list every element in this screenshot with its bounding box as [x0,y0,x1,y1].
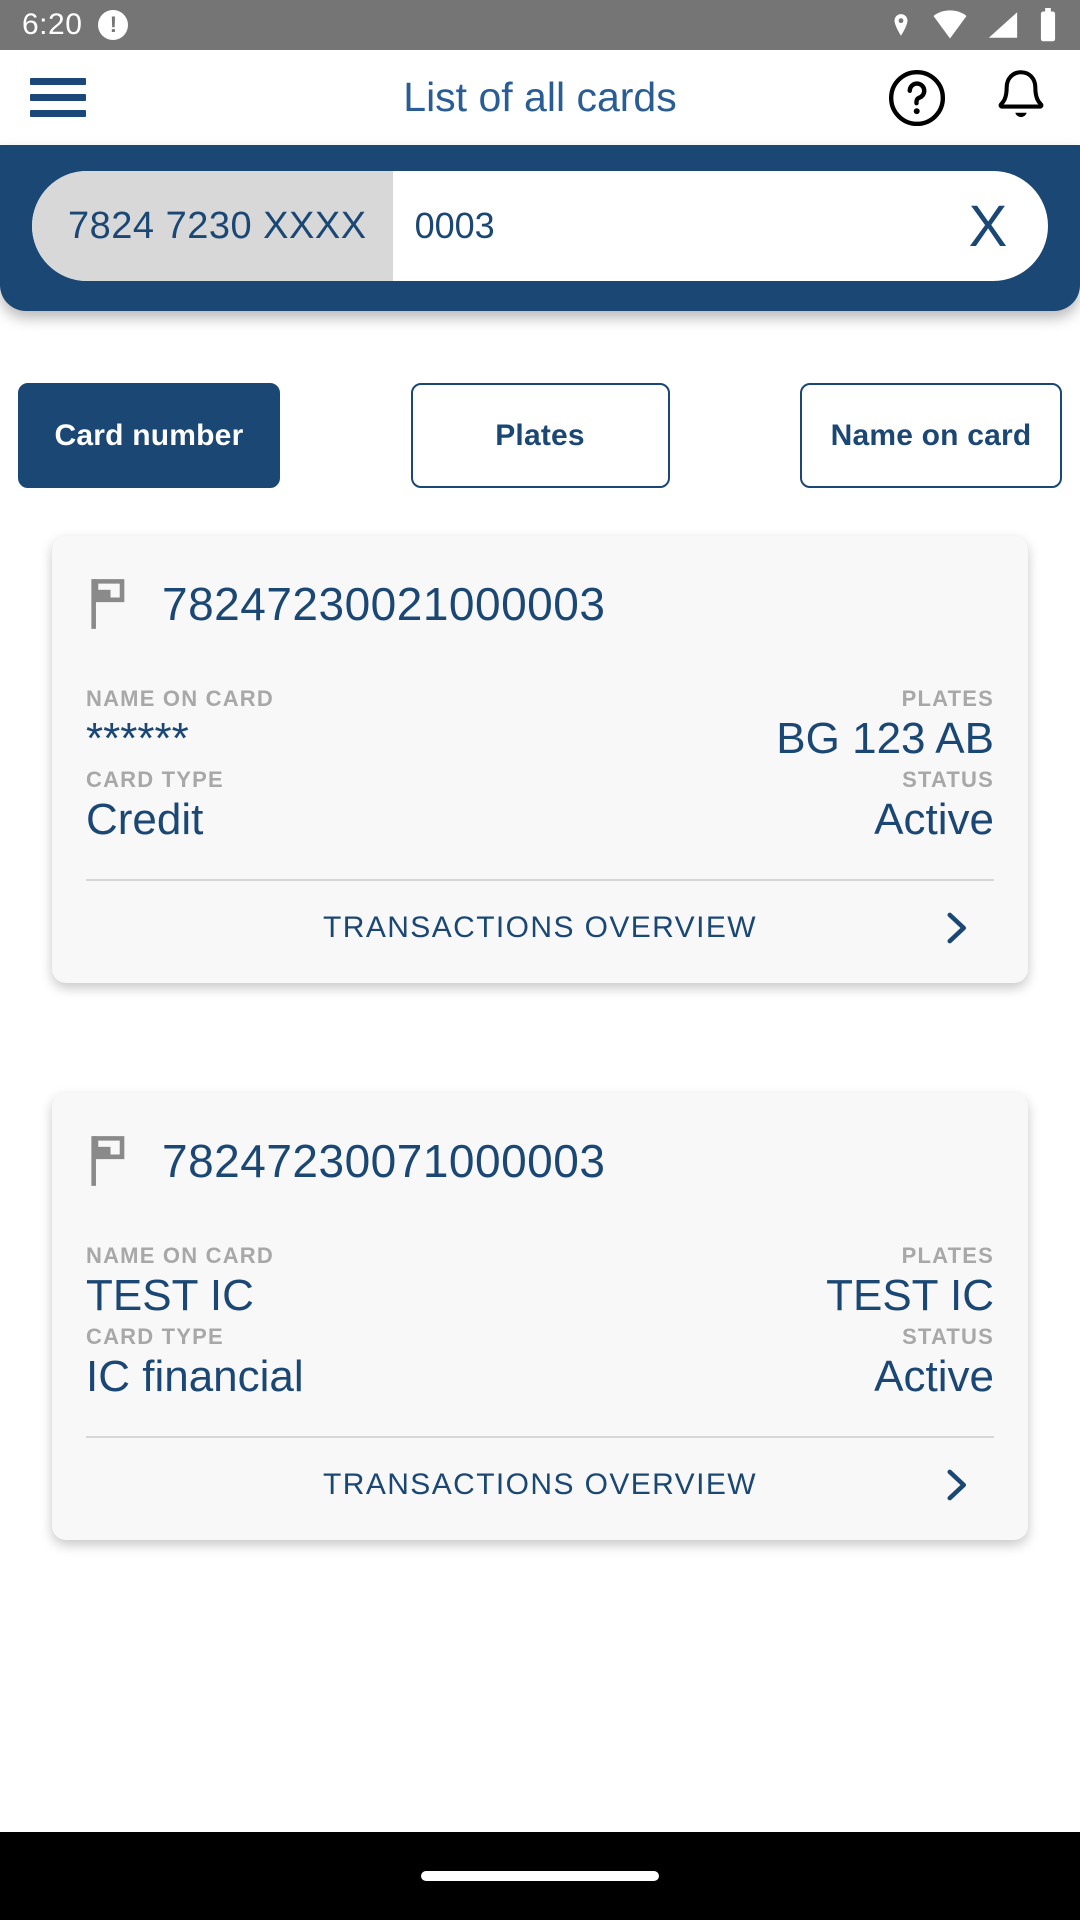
label-status: STATUS [902,1323,994,1349]
hamburger-line [30,78,86,85]
hamburger-line [30,94,86,101]
value-plates: TEST IC [826,1271,994,1321]
cards-scroll-area[interactable]: 78247230021000003 NAME ON CARD PLATES **… [0,488,1080,1640]
battery-icon [1040,8,1056,42]
value-name-on-card: ****** [86,714,189,763]
card-details: NAME ON CARD PLATES ****** BG 123 AB CAR… [86,640,994,845]
detail-labels-row: CARD TYPE STATUS [86,1324,994,1350]
chevron-right-icon [947,912,967,944]
exclamation-circle-icon: ! [98,10,129,40]
transactions-overview-label: TRANSACTIONS OVERVIEW [323,1468,757,1502]
transactions-overview-button[interactable]: TRANSACTIONS OVERVIEW [86,1438,994,1514]
flag-icon [91,1136,125,1187]
card-item[interactable]: 78247230021000003 NAME ON CARD PLATES **… [52,536,1028,984]
transactions-overview-button[interactable]: TRANSACTIONS OVERVIEW [86,881,994,957]
value-status: Active [874,1351,994,1401]
location-pin-icon [894,14,908,36]
cell-signal-icon [988,12,1018,38]
value-card-type: Credit [86,794,204,844]
wifi-icon [933,10,967,39]
value-plates: BG 123 AB [776,714,994,763]
label-plates: PLATES [901,1243,994,1269]
chevron-right-icon [947,1469,967,1501]
tab-card-number[interactable]: Card number [18,383,280,488]
status-time: 6:20 [22,8,83,41]
search-bar: 7824 7230 XXXX X [32,171,1048,281]
search-header: 7824 7230 XXXX X [0,145,1080,311]
flag-icon [91,579,125,629]
tab-plates[interactable]: Plates [410,383,670,488]
app-bar: List of all cards [0,50,1080,145]
detail-labels-row: NAME ON CARD PLATES [86,686,994,712]
card-prefix-chip: 7824 7230 XXXX [32,171,393,281]
label-status: STATUS [902,766,994,792]
help-circle-icon[interactable] [886,67,948,129]
label-name-on-card: NAME ON CARD [86,1243,274,1269]
app-bar-actions [886,67,1050,129]
detail-values-row: ****** BG 123 AB [86,714,994,765]
search-input[interactable] [392,171,928,281]
system-navigation-bar [0,1832,1080,1920]
value-status: Active [874,794,994,844]
label-plates: PLATES [901,686,994,711]
bell-icon[interactable] [992,67,1050,129]
card-header: 78247230071000003 [86,1133,994,1197]
hamburger-menu-icon[interactable] [30,78,86,117]
card-header: 78247230021000003 [86,576,994,640]
tab-name-on-card[interactable]: Name on card [800,383,1062,488]
value-name-on-card: TEST IC [86,1271,254,1321]
card-number: 78247230021000003 [162,578,606,630]
detail-values-row: Credit Active [86,795,994,846]
transactions-overview-label: TRANSACTIONS OVERVIEW [323,911,757,945]
detail-values-row: IC financial Active [86,1352,994,1403]
label-card-type: CARD TYPE [86,766,224,792]
detail-labels-row: CARD TYPE STATUS [86,767,994,793]
value-card-type: IC financial [86,1351,304,1401]
status-icons [888,8,1058,42]
status-bar: 6:20 ! [0,0,1080,50]
home-indicator[interactable] [421,1871,659,1881]
label-name-on-card: NAME ON CARD [86,686,274,711]
hamburger-line [30,110,86,117]
detail-labels-row: NAME ON CARD PLATES [86,1243,994,1269]
card-number: 78247230071000003 [162,1135,606,1188]
cards-list: 78247230021000003 NAME ON CARD PLATES **… [0,488,1080,1541]
label-card-type: CARD TYPE [86,1323,224,1349]
card-details: NAME ON CARD PLATES TEST IC TEST IC CARD… [86,1197,994,1402]
filter-tabs: Card number Plates Name on card [0,311,1080,488]
card-item[interactable]: 78247230071000003 NAME ON CARD PLATES TE… [52,1093,1028,1541]
detail-values-row: TEST IC TEST IC [86,1271,994,1322]
clear-search-button[interactable]: X [928,171,1048,281]
